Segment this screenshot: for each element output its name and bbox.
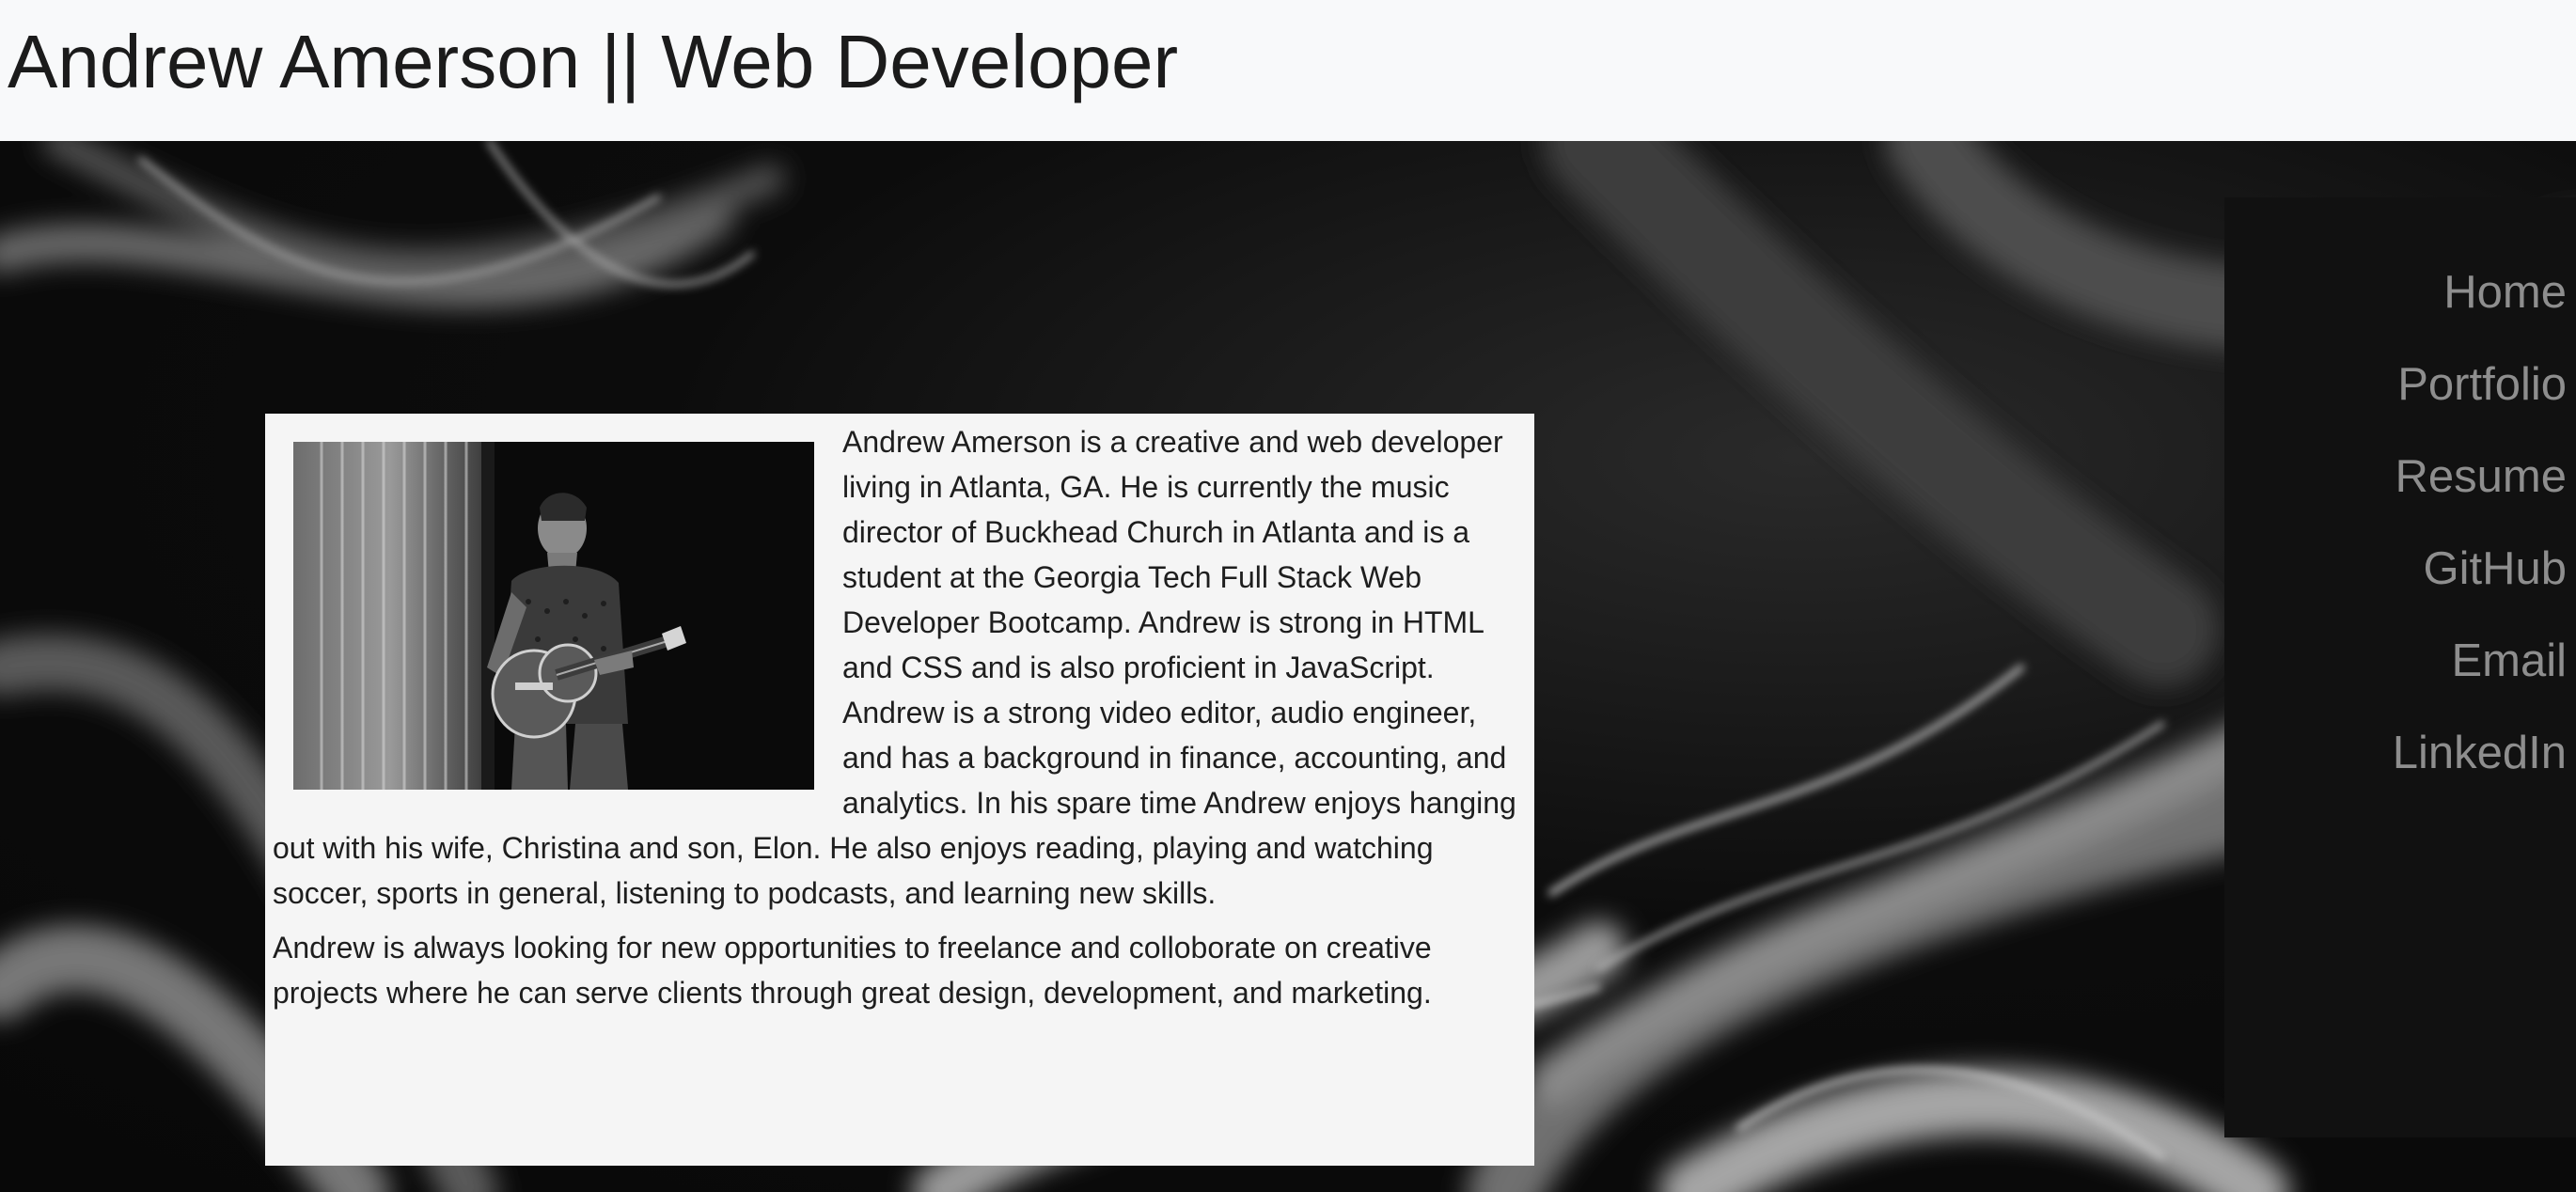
nav-link-resume[interactable]: Resume	[2393, 431, 2567, 523]
about-card: Andrew Amerson is a creative and web dev…	[265, 414, 1534, 1166]
nav-list: Home Portfolio Resume GitHub Email Linke…	[2393, 246, 2567, 799]
hero-section: Andrew Amerson is a creative and web dev…	[0, 141, 2576, 1192]
nav-link-home[interactable]: Home	[2393, 246, 2567, 338]
nav-link-linkedin[interactable]: LinkedIn	[2393, 707, 2567, 799]
page-title: Andrew Amerson || Web Developer	[8, 20, 1179, 103]
side-navigation: Home Portfolio Resume GitHub Email Linke…	[2224, 197, 2576, 1137]
nav-link-email[interactable]: Email	[2393, 615, 2567, 707]
about-paragraph-2: Andrew is always looking for new opportu…	[273, 931, 1432, 1010]
nav-link-portfolio[interactable]: Portfolio	[2393, 338, 2567, 431]
site-header: Andrew Amerson || Web Developer	[0, 0, 2576, 141]
nav-link-github[interactable]: GitHub	[2393, 523, 2567, 615]
guitarist-photo	[293, 442, 814, 790]
